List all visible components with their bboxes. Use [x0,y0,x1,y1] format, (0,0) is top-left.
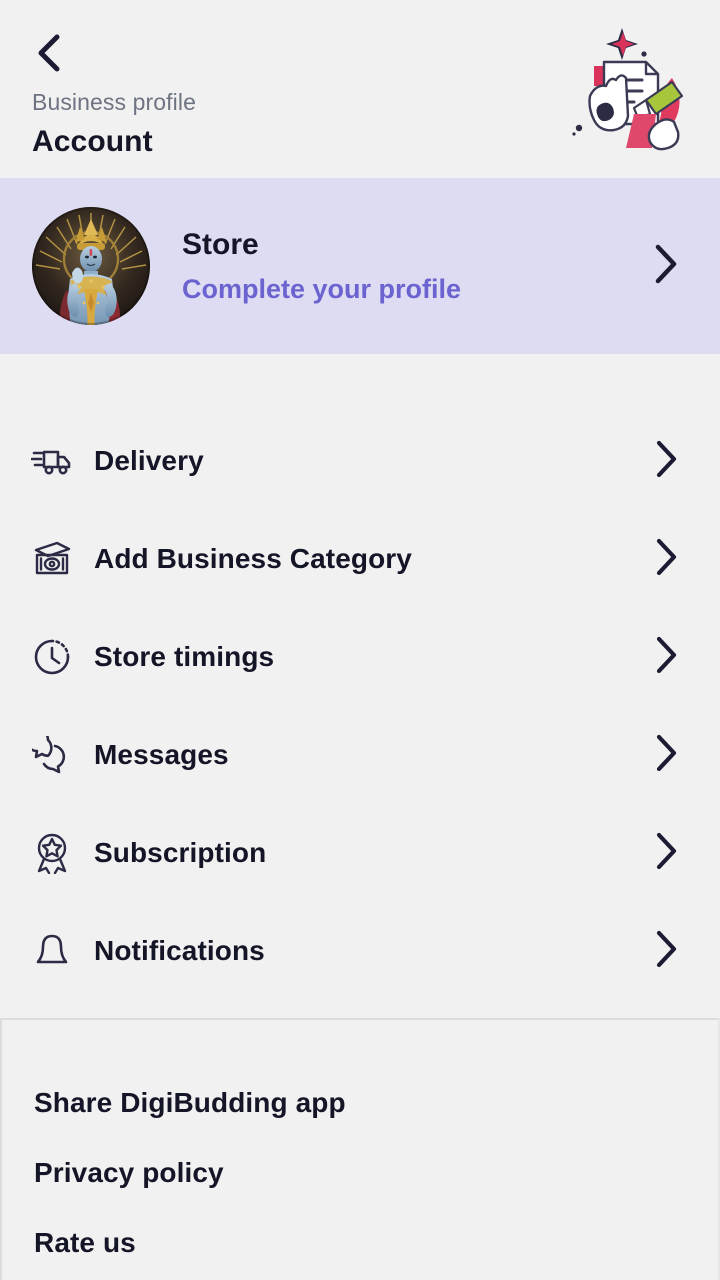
chevron-right-icon [652,928,694,975]
menu-item-notifications[interactable]: Notifications [0,902,720,1000]
store-name: Store [182,228,259,261]
menu-item-store-timings[interactable]: Store timings [0,608,720,706]
footer-links-card: Share DigiBudding app Privacy policy Rat… [0,1018,720,1280]
back-button[interactable] [32,30,78,76]
clock-icon [28,633,76,681]
menu-item-delivery[interactable]: Delivery [0,412,720,510]
menu-label: Messages [94,739,229,770]
footer-item-share-app[interactable]: Share DigiBudding app [2,1068,718,1138]
account-screen: Business profile Account Store Complete … [0,0,720,1280]
page-header: Business profile Account [0,0,720,178]
complete-profile-link[interactable]: Complete your profile [182,273,650,305]
chat-bubbles-icon [28,731,76,779]
avatar [32,207,150,325]
profile-text-block: Store Complete your profile [182,227,650,305]
menu-label: Notifications [94,935,265,966]
chevron-right-icon [650,242,694,291]
store-profile-card[interactable]: Store Complete your profile [0,178,720,354]
chevron-right-icon [652,438,694,485]
footer-item-rate-us[interactable]: Rate us [2,1208,718,1278]
menu-item-add-business-category[interactable]: Add Business Category [0,510,720,608]
delivery-truck-icon [28,437,76,485]
footer-label: Privacy policy [34,1157,224,1188]
chevron-left-icon [32,32,66,74]
footer-item-privacy-policy[interactable]: Privacy policy [2,1138,718,1208]
footer-label: Share DigiBudding app [34,1087,346,1118]
banknotes-icon [28,535,76,583]
footer-label: Rate us [34,1227,136,1258]
chevron-right-icon [652,634,694,681]
chevron-right-icon [652,536,694,583]
document-signing-illustration [560,18,700,158]
menu-label: Add Business Category [94,543,412,574]
chevron-right-icon [652,732,694,779]
menu-item-messages[interactable]: Messages [0,706,720,804]
settings-menu-list: Delivery Add Business Category Store tim… [0,354,720,1000]
menu-item-subscription[interactable]: Subscription [0,804,720,902]
menu-label: Delivery [94,445,204,476]
menu-label: Store timings [94,641,275,672]
menu-label: Subscription [94,837,267,868]
award-badge-icon [28,829,76,877]
bell-icon [28,927,76,975]
chevron-right-icon [652,830,694,877]
